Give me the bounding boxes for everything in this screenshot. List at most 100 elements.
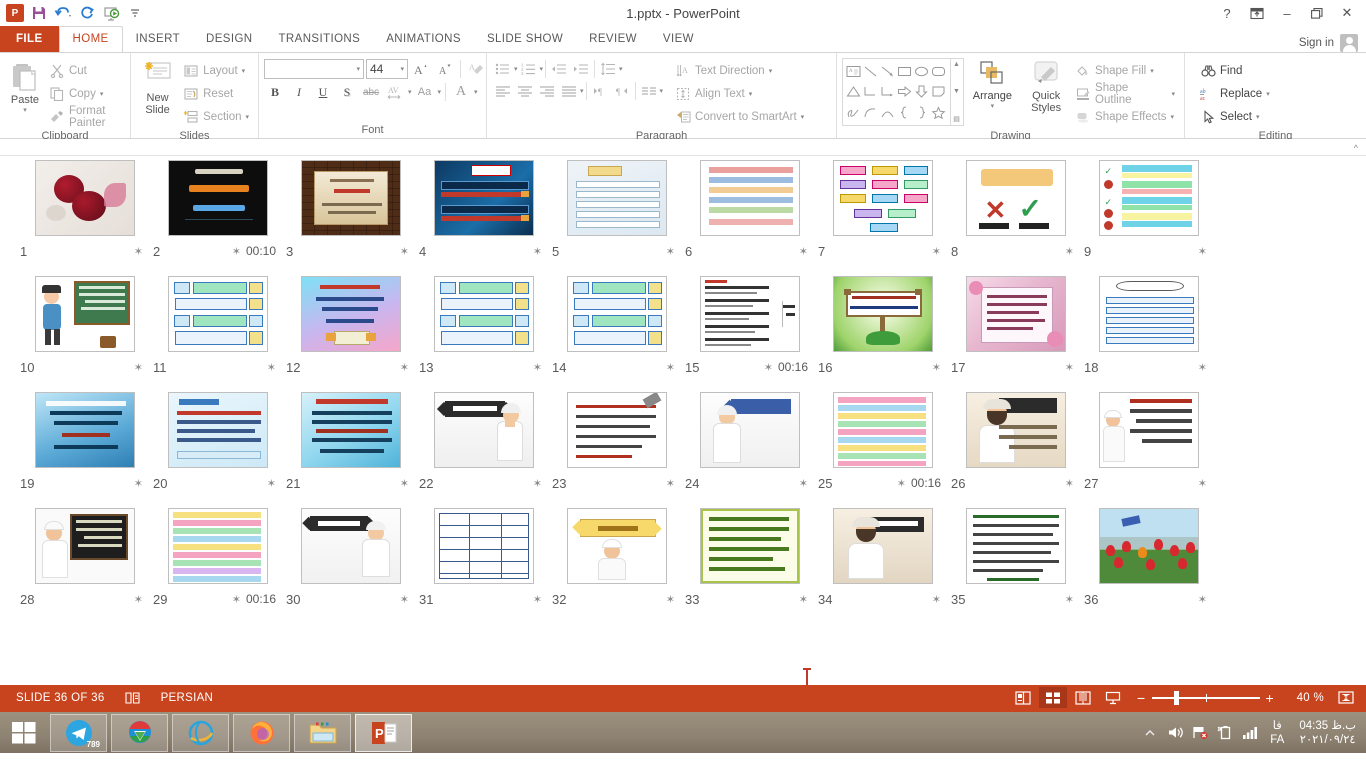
animation-star-icon[interactable]: ✶ xyxy=(666,593,675,606)
arrange-caret-icon[interactable]: ▾ xyxy=(991,102,995,110)
firefox-taskbar-button[interactable] xyxy=(233,714,290,752)
find-button[interactable]: Find xyxy=(1196,60,1274,82)
increase-font-size-button[interactable]: A xyxy=(410,59,432,80)
slide-thumbnail-cell[interactable]: 21✶ xyxy=(284,387,417,494)
slide-thumbnail-image[interactable] xyxy=(550,387,683,472)
select-caret-icon[interactable]: ▾ xyxy=(1256,113,1260,121)
animation-star-icon[interactable]: ✶ xyxy=(1065,245,1074,258)
shapes-gallery-scroll[interactable]: ▲ ▼ ▤ xyxy=(950,59,963,125)
minimize-button[interactable]: – xyxy=(1272,2,1302,24)
shape-rectangle-icon[interactable] xyxy=(896,61,913,82)
slide-thumbnail-image[interactable] xyxy=(550,271,683,356)
animation-star-icon[interactable]: ✶ xyxy=(400,361,409,374)
animation-star-icon[interactable]: ✶ xyxy=(533,361,542,374)
bold-button[interactable]: B xyxy=(264,82,286,103)
animation-star-icon[interactable]: ✶ xyxy=(932,361,941,374)
slide-thumbnail-cell[interactable]: 36✶ xyxy=(1082,503,1215,610)
decrease-font-size-button[interactable]: A xyxy=(434,59,456,80)
shape-down-arrow-icon[interactable] xyxy=(913,82,930,103)
paste-button[interactable]: Paste ▾ xyxy=(5,58,45,114)
shape-arrow-icon[interactable] xyxy=(879,61,896,82)
slide-preview[interactable] xyxy=(700,160,800,236)
slide-thumbnail-cell[interactable]: 12✶ xyxy=(284,271,417,378)
slide-preview[interactable] xyxy=(700,392,800,468)
slide-preview[interactable] xyxy=(301,392,401,468)
slide-preview[interactable]: ✕✓ xyxy=(966,160,1066,236)
slide-thumbnail-cell[interactable]: ✕✓8✶ xyxy=(949,155,1082,262)
slide-thumbnail-cell[interactable]: 17✶ xyxy=(949,271,1082,378)
ribbon-display-options-button[interactable] xyxy=(1242,2,1272,24)
slide-thumbnail-cell[interactable]: 33✶ xyxy=(683,503,816,610)
slide-thumbnail-image[interactable] xyxy=(949,271,1082,356)
slide-thumbnail-image[interactable] xyxy=(550,503,683,588)
slide-thumbnail-cell[interactable]: 28✶ xyxy=(18,503,151,610)
slide-preview[interactable] xyxy=(301,276,401,352)
slide-preview[interactable] xyxy=(966,276,1066,352)
animation-star-icon[interactable]: ✶ xyxy=(134,477,143,490)
slide-thumbnail-image[interactable] xyxy=(284,155,417,240)
tab-animations[interactable]: ANIMATIONS xyxy=(373,27,474,52)
animation-star-icon[interactable]: ✶ xyxy=(1198,361,1207,374)
font-size-combobox[interactable]: 44 ▾ xyxy=(366,59,408,79)
slide-preview[interactable] xyxy=(833,276,933,352)
slide-thumbnail-cell[interactable]: 19✶ xyxy=(18,387,151,494)
slide-preview[interactable] xyxy=(168,276,268,352)
slide-thumbnail-cell[interactable]: 27✶ xyxy=(1082,387,1215,494)
slide-thumbnail-image[interactable] xyxy=(18,387,151,472)
slide-preview[interactable] xyxy=(567,160,667,236)
slide-thumbnail-image[interactable] xyxy=(816,271,949,356)
battery-icon[interactable] xyxy=(1216,724,1234,742)
slide-thumbnail-cell[interactable]: 20✶ xyxy=(151,387,284,494)
tab-view[interactable]: VIEW xyxy=(650,27,707,52)
slideshow-view-button[interactable] xyxy=(1099,687,1127,708)
slide-thumbnail-cell[interactable]: 31✶ xyxy=(417,503,550,610)
idm-taskbar-button[interactable] xyxy=(111,714,168,752)
animation-star-icon[interactable]: ✶ xyxy=(267,361,276,374)
start-slideshow-icon[interactable] xyxy=(100,2,122,24)
tab-review[interactable]: REVIEW xyxy=(576,27,650,52)
animation-star-icon[interactable]: ✶ xyxy=(267,477,276,490)
zoom-in-button[interactable]: + xyxy=(1266,690,1274,706)
animation-star-icon[interactable]: ✶ xyxy=(1065,477,1074,490)
slide-thumbnail-cell[interactable]: 26✶ xyxy=(949,387,1082,494)
slide-thumbnail-image[interactable] xyxy=(18,503,151,588)
slide-thumbnail-cell[interactable]: 1✶ xyxy=(18,155,151,262)
file-explorer-taskbar-button[interactable] xyxy=(294,714,351,752)
slide-thumbnail-cell[interactable]: 2✶00:10 xyxy=(151,155,284,262)
powerpoint-taskbar-button[interactable]: P xyxy=(355,714,412,752)
restore-button[interactable] xyxy=(1302,2,1332,24)
animation-star-icon[interactable]: ✶ xyxy=(1065,361,1074,374)
slide-thumbnail-image[interactable] xyxy=(816,503,949,588)
tab-insert[interactable]: INSERT xyxy=(123,27,193,52)
shape-scribble-icon[interactable] xyxy=(845,102,862,123)
slide-preview[interactable] xyxy=(301,160,401,236)
slide-sorter-view-button[interactable] xyxy=(1039,687,1067,708)
slide-preview[interactable] xyxy=(700,276,800,352)
tab-home[interactable]: HOME xyxy=(59,26,123,53)
zoom-out-button[interactable]: − xyxy=(1137,690,1145,706)
animation-star-icon[interactable]: ✶ xyxy=(533,477,542,490)
slide-preview[interactable] xyxy=(434,276,534,352)
start-button[interactable] xyxy=(0,711,48,754)
shape-folded-corner-icon[interactable] xyxy=(930,82,947,103)
tab-design[interactable]: DESIGN xyxy=(193,27,266,52)
zoom-knob[interactable] xyxy=(1174,691,1179,705)
slide-thumbnail-image[interactable] xyxy=(683,503,816,588)
slide-thumbnail-image[interactable] xyxy=(417,387,550,472)
slide-thumbnail-cell[interactable]: 24✶ xyxy=(683,387,816,494)
slide-preview[interactable] xyxy=(35,392,135,468)
slide-thumbnail-cell[interactable]: 29✶00:16 xyxy=(151,503,284,610)
animation-star-icon[interactable]: ✶ xyxy=(533,593,542,606)
redo-icon[interactable] xyxy=(76,2,98,24)
clock[interactable]: 04:35 ب.ظ ٢٠٢١/٠٩/٢٤ xyxy=(1295,719,1360,747)
animation-star-icon[interactable]: ✶ xyxy=(1065,593,1074,606)
text-shadow-button[interactable]: S xyxy=(336,82,358,103)
slide-thumbnail-image[interactable] xyxy=(1082,271,1215,356)
shape-star-icon[interactable] xyxy=(930,102,947,123)
animation-star-icon[interactable]: ✶ xyxy=(666,361,675,374)
slide-thumbnail-image[interactable] xyxy=(550,155,683,240)
normal-view-button[interactable] xyxy=(1009,687,1037,708)
slide-thumbnail-image[interactable] xyxy=(284,271,417,356)
slide-thumbnail-image[interactable] xyxy=(683,271,816,356)
underline-button[interactable]: U xyxy=(312,82,334,103)
